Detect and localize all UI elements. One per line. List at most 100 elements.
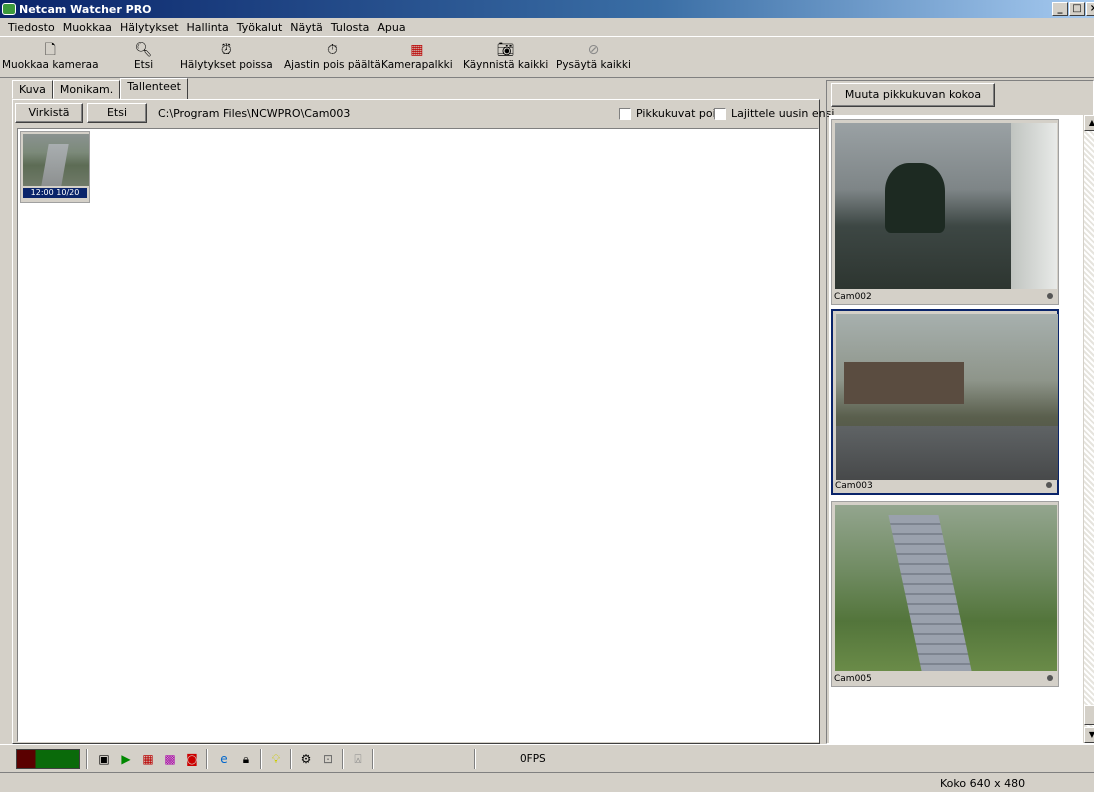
document-icon: 🗋: [44, 42, 56, 58]
tab-recordings[interactable]: Tallenteet: [120, 78, 188, 99]
sort-newest-checkbox[interactable]: Lajittele uusin ensi: [714, 107, 834, 120]
camera-label: Cam002: [834, 292, 872, 302]
recording-caption: 12:00 10/20: [23, 188, 87, 198]
separator: [290, 749, 292, 769]
separator: [260, 749, 262, 769]
audio-level-meter: [16, 749, 80, 769]
tab-multicam[interactable]: Monikam.: [52, 80, 121, 99]
fps-readout: 0FPS: [520, 753, 546, 765]
sort-newest-label: Lajittele uusin ensi: [731, 107, 835, 120]
window-title: Netcam Watcher PRO: [19, 2, 152, 16]
separator: [342, 749, 344, 769]
menu-bar: Tiedosto Muokkaa Hälytykset Hallinta Työ…: [0, 18, 1094, 36]
menu-edit[interactable]: Muokkaa: [59, 21, 116, 34]
alarms-off-button[interactable]: ⏰︎ Hälytykset poissa: [180, 41, 273, 71]
scene-window-frame: [1011, 123, 1057, 289]
menu-file[interactable]: Tiedosto: [4, 21, 59, 34]
record-icon[interactable]: ◙: [184, 751, 200, 767]
thumbnails-off-label: Pikkukuvat pois: [636, 107, 722, 120]
scroll-thumb[interactable]: [1084, 705, 1094, 725]
main-toolbar: 🗋 Muokkaa kameraa 🔍︎ Etsi ⏰︎ Hälytykset …: [0, 36, 1094, 78]
recording-thumbnail-image: [23, 134, 89, 186]
lightbulb-icon[interactable]: 💡︎: [268, 751, 284, 767]
magnifier-icon: 🔍︎: [134, 42, 153, 58]
search-toolbar-label: Etsi: [134, 59, 154, 71]
camera-tile-cam005[interactable]: Cam005: [831, 501, 1059, 687]
scene-path: [888, 515, 972, 671]
search-button[interactable]: Etsi: [87, 103, 147, 123]
timer-off-button[interactable]: ⏱︎ Ajastin pois päältä: [284, 41, 381, 71]
scene-house: [844, 362, 964, 404]
camera-bar-button[interactable]: ▦ Kamerapalkki: [381, 41, 453, 71]
menu-print[interactable]: Tulosta: [327, 21, 374, 34]
checkbox-box: [619, 107, 631, 120]
image-size-status: Koko 640 x 480: [940, 777, 1026, 790]
search-toolbar-button[interactable]: 🔍︎ Etsi: [134, 41, 153, 71]
title-bar: Netcam Watcher PRO _ □ ×: [0, 0, 1094, 18]
maximize-button[interactable]: □: [1069, 2, 1085, 16]
separator: [86, 749, 88, 769]
start-camera-icon: 📷︎: [496, 42, 515, 58]
menu-alarms[interactable]: Hälytykset: [116, 21, 183, 34]
camera-label: Cam005: [834, 674, 872, 684]
play-icon[interactable]: ▶: [118, 751, 134, 767]
stop-all-label: Pysäytä kaikki: [556, 59, 631, 71]
window-controls: _ □ ×: [1052, 2, 1094, 16]
camera-panel: Muuta pikkukuvan kokoa Cam002 Cam003 Cam…: [826, 80, 1094, 744]
checkbox-box: [714, 107, 726, 120]
camera-bar-label: Kamerapalkki: [381, 59, 453, 71]
separator: [206, 749, 208, 769]
timer-icon: ⏱︎: [326, 42, 338, 58]
camera-view: [835, 123, 1057, 289]
scroll-down-icon[interactable]: ▼: [1084, 727, 1094, 743]
bottom-toolbar: ▣ ▶ ▦ ▩ ◙ e 🔒︎ 💡︎ ⚙ ⊡ ⍓ 0FPS: [0, 744, 1094, 772]
view-tabs: Kuva Monikam. Tallenteet: [12, 78, 188, 99]
status-bar: Koko 640 x 480: [0, 772, 1094, 792]
camera-view: [835, 505, 1057, 671]
user-icon[interactable]: ⍓: [350, 751, 366, 767]
prohibited-icon: ⊘: [587, 42, 600, 58]
resize-thumbnail-button[interactable]: Muuta pikkukuvan kokoa: [831, 83, 995, 107]
recordings-panel: Virkistä Etsi C:\Program Files\NCWPRO\Ca…: [12, 99, 834, 744]
camera-label: Cam003: [835, 481, 873, 491]
alarm-clock-icon: ⏰︎: [220, 42, 232, 58]
edit-camera-button[interactable]: 🗋 Muokkaa kameraa: [2, 41, 99, 71]
start-all-button[interactable]: 📷︎ Käynnistä kaikki: [463, 41, 548, 71]
separator: [372, 749, 374, 769]
camera-list: Cam002 Cam003 Cam005: [829, 115, 1085, 743]
thumbnails-off-checkbox[interactable]: Pikkukuvat pois: [619, 107, 721, 120]
menu-manage[interactable]: Hallinta: [183, 21, 233, 34]
menu-view[interactable]: Näytä: [286, 21, 327, 34]
refresh-button[interactable]: Virkistä: [15, 103, 83, 123]
minimize-button[interactable]: _: [1052, 2, 1068, 16]
menu-tools[interactable]: Työkalut: [233, 21, 287, 34]
menu-help[interactable]: Apua: [373, 21, 409, 34]
lock-icon[interactable]: 🔒︎: [238, 751, 254, 767]
camera-grid-icon[interactable]: ▦: [140, 751, 156, 767]
recordings-path: C:\Program Files\NCWPRO\Cam003: [158, 107, 351, 120]
camera-tile-cam002[interactable]: Cam002: [831, 119, 1059, 305]
camera-list-scrollbar[interactable]: ▲ ▼: [1083, 115, 1094, 743]
stop-all-button[interactable]: ⊘ Pysäytä kaikki: [556, 41, 631, 71]
status-dot-icon: [1047, 293, 1053, 299]
timer-off-label: Ajastin pois päältä: [284, 59, 381, 71]
single-view-icon[interactable]: ▣: [96, 751, 112, 767]
status-dot-icon: [1047, 675, 1053, 681]
recording-thumbnail[interactable]: 12:00 10/20: [20, 131, 90, 203]
separator: [474, 749, 476, 769]
close-button[interactable]: ×: [1086, 2, 1094, 16]
browser-icon[interactable]: e: [216, 751, 232, 767]
scroll-up-icon[interactable]: ▲: [1084, 115, 1094, 131]
tab-image[interactable]: Kuva: [12, 80, 53, 99]
scene-road: [836, 426, 1058, 480]
camera-tile-cam003[interactable]: Cam003: [831, 309, 1059, 495]
camera-view: [836, 314, 1058, 480]
recordings-list[interactable]: 12:00 10/20: [17, 128, 819, 742]
multi-grid-icon[interactable]: ▩: [162, 751, 178, 767]
network-icon[interactable]: ⚙: [298, 751, 314, 767]
settings-icon[interactable]: ⊡: [320, 751, 336, 767]
start-all-label: Käynnistä kaikki: [463, 59, 549, 71]
recordings-toolbar: Virkistä Etsi C:\Program Files\NCWPRO\Ca…: [13, 103, 834, 125]
edit-camera-label: Muokkaa kameraa: [2, 59, 99, 71]
status-dot-icon: [1046, 482, 1052, 488]
